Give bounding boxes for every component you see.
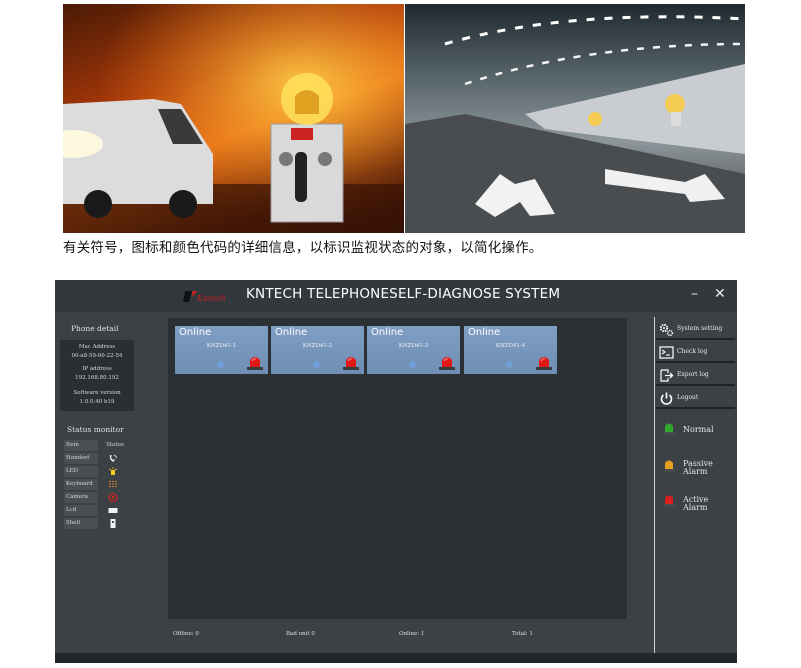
device-name: KNZD41-1 bbox=[206, 343, 237, 349]
legend-label: Alarm bbox=[683, 467, 708, 476]
gear-icon bbox=[659, 323, 674, 337]
menu-label: Export log bbox=[677, 371, 709, 378]
status-item-label: Lcd bbox=[64, 505, 98, 516]
item-column-header: Item bbox=[64, 440, 98, 451]
red-alarm-lamp-icon bbox=[343, 357, 359, 370]
menu-separator bbox=[656, 338, 735, 340]
status-row-camera: Camera bbox=[64, 492, 130, 503]
device-status: Online bbox=[371, 327, 404, 338]
status-item-label: LED bbox=[64, 466, 98, 477]
power-icon bbox=[660, 392, 673, 405]
menu-label: Check log bbox=[677, 348, 708, 355]
online-count: Online: 1 bbox=[399, 631, 425, 637]
svg-text:Kntech: Kntech bbox=[196, 294, 226, 303]
device-card[interactable]: Online KNZD41-3 bbox=[367, 326, 460, 374]
device-name: KNZD41-2 bbox=[302, 343, 333, 349]
device-indicator-dot bbox=[506, 361, 513, 368]
red-alarm-lamp-icon bbox=[536, 357, 552, 370]
device-card[interactable]: Online KNZD41-2 bbox=[271, 326, 364, 374]
device-status: Online bbox=[275, 327, 308, 338]
ip-label: IP address bbox=[82, 366, 112, 372]
status-row-handset: Handset bbox=[64, 453, 130, 464]
mac-label: Mac Address bbox=[78, 344, 116, 350]
sw-label: Software version bbox=[73, 390, 121, 396]
menu-label: System setting bbox=[677, 325, 723, 332]
tunnel-road-photo bbox=[405, 4, 745, 233]
caption-text: 有关符号，图标和颜色代码的详细信息，以标识监视状态的对象，以简化操作。 bbox=[63, 240, 543, 256]
offline-count: Offline: 0 bbox=[173, 631, 199, 637]
status-row-led: LED bbox=[64, 466, 130, 477]
keyboard-icon bbox=[109, 480, 117, 488]
bottom-strip bbox=[55, 653, 737, 663]
status-table-header: Item Status bbox=[64, 440, 130, 451]
led-icon bbox=[108, 467, 118, 475]
device-indicator-dot bbox=[313, 361, 320, 368]
status-item-label: Handset bbox=[64, 453, 98, 464]
export-log-button[interactable]: Export log bbox=[656, 365, 735, 386]
legend-label: Normal bbox=[683, 425, 714, 434]
export-icon bbox=[660, 369, 674, 382]
panel-divider bbox=[654, 317, 655, 653]
phone-detail-box: Mac Address 00-a8-59-00-22-54 IP address… bbox=[60, 340, 134, 411]
red-alarm-lamp-icon bbox=[439, 357, 455, 370]
mac-value: 00-a8-59-00-22-54 bbox=[71, 353, 123, 359]
device-status: Online bbox=[179, 327, 212, 338]
tunnel-fire-photo bbox=[63, 4, 404, 233]
phone-detail-heading: Phone detail bbox=[71, 324, 119, 333]
menu-separator bbox=[656, 361, 735, 363]
title-bar: Kntech KNTECH TELEPHONESELF-DIAGNOSE SYS… bbox=[55, 280, 737, 312]
camera-icon bbox=[108, 493, 118, 502]
minimize-button[interactable]: – bbox=[691, 286, 698, 302]
check-log-button[interactable]: Check log bbox=[656, 342, 735, 363]
device-grid: Online KNZD41-1 Online KNZD41-2 Online K… bbox=[168, 318, 627, 619]
right-panel: System setting Check log Export log Logo… bbox=[651, 317, 737, 653]
device-name: KNZD41-4 bbox=[495, 343, 526, 349]
status-row-keyboard: Keyboard bbox=[64, 479, 130, 490]
status-item-label: Camera bbox=[64, 492, 98, 503]
red-alarm-lamp-icon bbox=[247, 357, 263, 370]
logout-button[interactable]: Logout bbox=[656, 388, 735, 409]
red-lamp-icon bbox=[663, 495, 675, 507]
sw-value: 1.0.0.40 b19 bbox=[79, 399, 115, 405]
device-indicator-dot bbox=[217, 361, 224, 368]
device-status: Online bbox=[468, 327, 501, 338]
handset-icon bbox=[109, 454, 118, 462]
device-indicator-dot bbox=[409, 361, 416, 368]
ip-value: 192.168.80.192 bbox=[75, 375, 119, 381]
terminal-icon bbox=[659, 346, 674, 359]
status-monitor-heading: Status monitor bbox=[67, 425, 124, 434]
left-panel: Phone detail Mac Address 00-a8-59-00-22-… bbox=[55, 312, 139, 652]
app-title: KNTECH TELEPHONESELF-DIAGNOSE SYSTEM bbox=[246, 286, 561, 302]
bad-unit-count: Bad unit 0 bbox=[286, 631, 315, 637]
system-setting-button[interactable]: System setting bbox=[656, 319, 735, 340]
menu-label: Logout bbox=[677, 394, 699, 401]
device-name: KNZD41-3 bbox=[398, 343, 429, 349]
status-item-label: Keyboard bbox=[64, 479, 98, 490]
shell-icon bbox=[110, 519, 116, 528]
legend-label: Alarm bbox=[683, 503, 708, 512]
green-lamp-icon bbox=[663, 423, 675, 435]
app-window: Kntech KNTECH TELEPHONESELF-DIAGNOSE SYS… bbox=[55, 280, 737, 663]
status-column-header: Status bbox=[106, 442, 124, 448]
close-button[interactable]: ✕ bbox=[714, 286, 726, 302]
device-card[interactable]: Online KNZD41-1 bbox=[175, 326, 268, 374]
menu-separator bbox=[656, 407, 735, 409]
status-row-lcd: Lcd bbox=[64, 505, 130, 516]
orange-lamp-icon bbox=[663, 460, 675, 472]
menu-separator bbox=[656, 384, 735, 386]
status-row-shell: Shell bbox=[64, 518, 130, 529]
device-card[interactable]: Online KNZD41-4 bbox=[464, 326, 557, 374]
status-item-label: Shell bbox=[64, 518, 98, 529]
lcd-icon bbox=[108, 508, 118, 513]
total-count: Total: 1 bbox=[512, 631, 533, 637]
kntech-logo-icon: Kntech bbox=[183, 291, 226, 303]
